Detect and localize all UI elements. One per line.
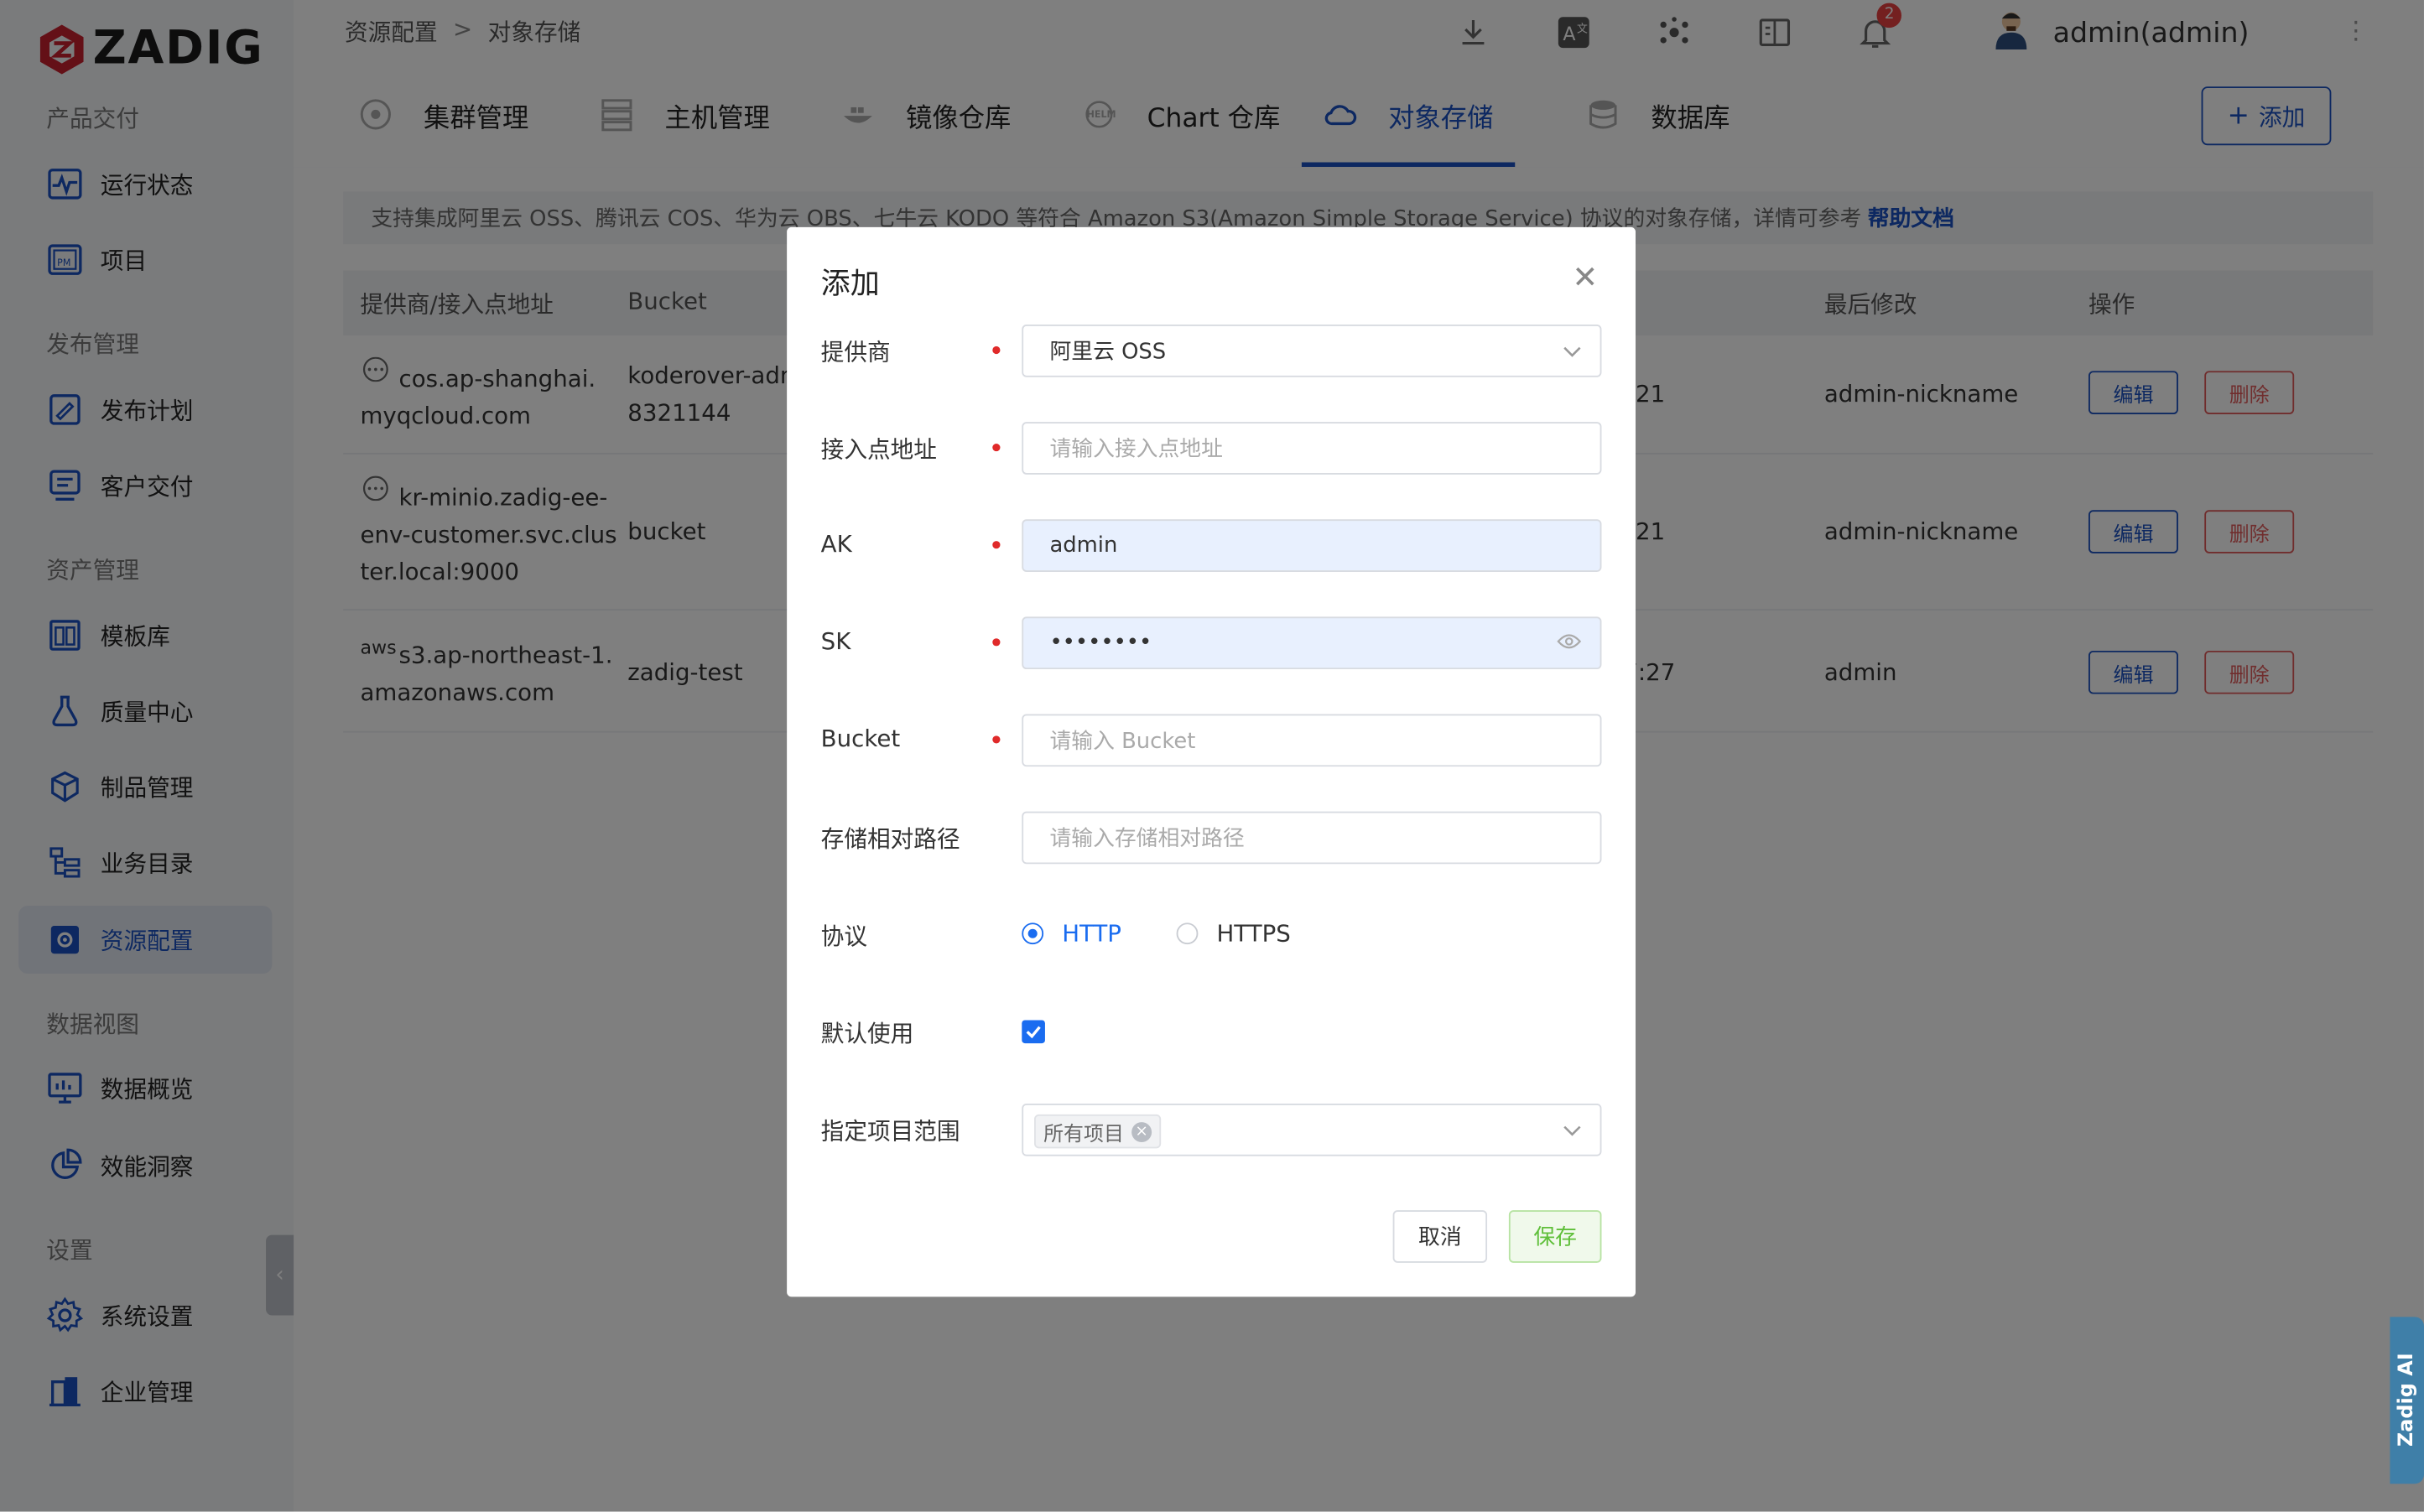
- path-placeholder: 请输入存储相对路径: [1049, 827, 1245, 852]
- sk-password-input[interactable]: ••••••••: [1022, 616, 1602, 670]
- radio-label: HTTPS: [1216, 919, 1291, 948]
- default-use-checkbox[interactable]: [1022, 1020, 1045, 1044]
- path-label: 存储相对路径: [820, 825, 960, 854]
- endpoint-label: 接入点地址: [820, 435, 937, 464]
- radio-https[interactable]: HTTPS: [1176, 919, 1291, 948]
- add-storage-dialog: 添加 ✕ 提供商 阿里云 OSS 接入点地址 请输入接入点地址 AK admin…: [787, 226, 1636, 1297]
- save-button[interactable]: 保存: [1508, 1210, 1602, 1263]
- endpoint-placeholder: 请输入接入点地址: [1049, 437, 1223, 463]
- close-icon[interactable]: ✕: [1572, 258, 1598, 295]
- path-input[interactable]: 请输入存储相对路径: [1022, 811, 1602, 865]
- required-marker: [992, 443, 1001, 452]
- ak-value: admin: [1049, 533, 1118, 559]
- default-use-label: 默认使用: [820, 1020, 914, 1048]
- chevron-down-icon: [1563, 341, 1581, 366]
- required-marker: [992, 346, 1001, 355]
- bucket-placeholder: 请输入 Bucket: [1049, 729, 1196, 755]
- radio-http[interactable]: HTTP: [1022, 920, 1121, 948]
- required-marker: [992, 541, 1001, 549]
- scope-tag: 所有项目 ×: [1034, 1114, 1162, 1149]
- endpoint-input[interactable]: 请输入接入点地址: [1022, 422, 1602, 475]
- ak-input[interactable]: admin: [1022, 519, 1602, 572]
- required-marker: [992, 638, 1001, 647]
- scope-tag-label: 所有项目: [1043, 1123, 1124, 1146]
- provider-select[interactable]: 阿里云 OSS: [1022, 325, 1602, 377]
- sk-label: SK: [820, 627, 851, 656]
- dialog-title: 添加: [820, 267, 880, 302]
- scope-select[interactable]: 所有项目 ×: [1022, 1103, 1602, 1156]
- bucket-input[interactable]: 请输入 Bucket: [1022, 714, 1602, 767]
- scope-label: 指定项目范围: [820, 1117, 960, 1146]
- sk-value: ••••••••: [1049, 630, 1152, 656]
- chevron-down-icon: [1563, 1120, 1581, 1145]
- zadig-ai-button[interactable]: Zadig AI: [2390, 1317, 2424, 1484]
- radio-dot: [1176, 922, 1199, 945]
- provider-label: 提供商: [820, 338, 891, 366]
- check-icon: [1026, 1026, 1041, 1039]
- ak-label: AK: [820, 530, 852, 559]
- tag-remove-icon[interactable]: ×: [1131, 1121, 1152, 1142]
- bucket-label: Bucket: [820, 725, 901, 753]
- protocol-label: 协议: [820, 922, 868, 951]
- required-marker: [992, 735, 1001, 744]
- cancel-button[interactable]: 取消: [1392, 1210, 1488, 1263]
- radio-label: HTTP: [1062, 919, 1121, 948]
- provider-value: 阿里云 OSS: [1049, 340, 1167, 365]
- radio-dot: [1022, 922, 1044, 945]
- eye-icon[interactable]: [1557, 632, 1582, 657]
